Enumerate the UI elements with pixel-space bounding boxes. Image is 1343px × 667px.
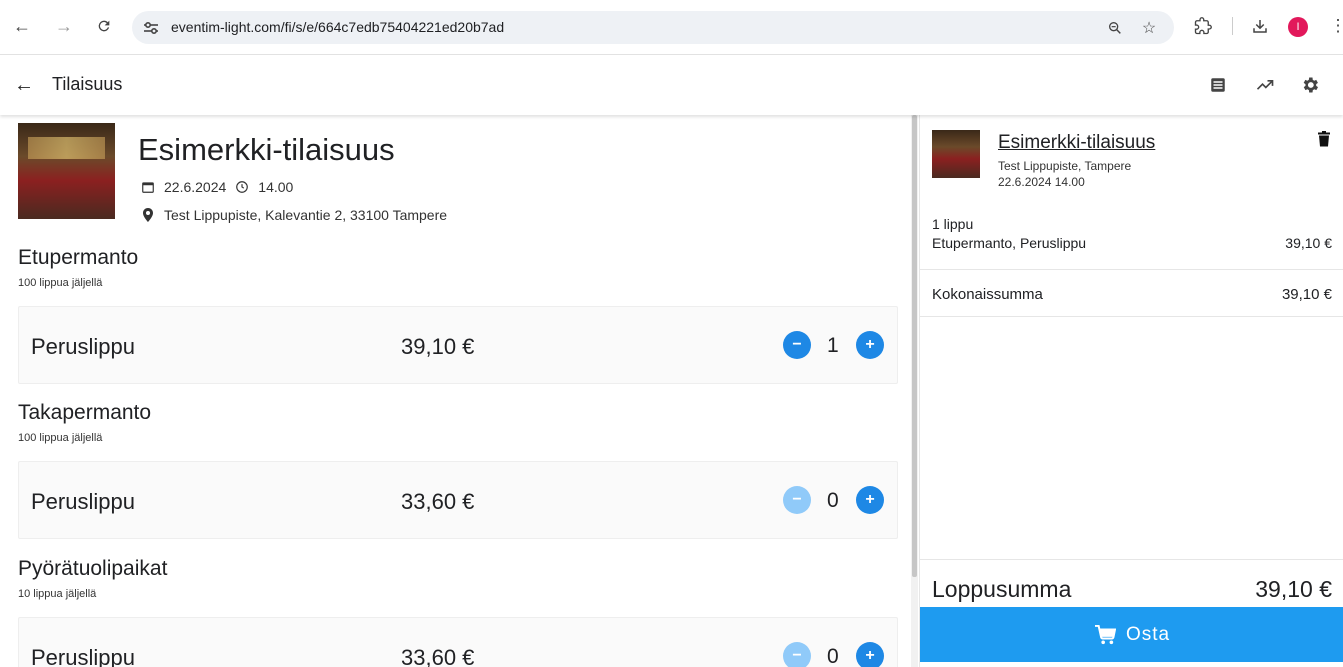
download-icon[interactable] (1247, 13, 1273, 39)
section-title: Pyörätuolipaikat (18, 557, 168, 580)
cart-divider (920, 269, 1343, 270)
settings-gear-icon[interactable] (1297, 72, 1323, 98)
bookmark-star-icon[interactable]: ☆ (1138, 17, 1160, 39)
back-arrow-icon[interactable]: ← (12, 73, 36, 97)
section-title: Etupermanto (18, 246, 139, 269)
final-total-value: 39,10 € (1255, 576, 1332, 602)
toolbar-separator (1232, 17, 1233, 35)
shopping-cart-icon (1094, 624, 1116, 645)
ticket-price: 33,60 € (401, 645, 475, 667)
event-title: Esimerkki-tilaisuus (138, 132, 395, 167)
list-icon[interactable] (1205, 72, 1231, 98)
calendar-icon (140, 179, 156, 195)
profile-avatar[interactable]: I (1288, 17, 1308, 37)
app-bar: ← Tilaisuus (0, 55, 1343, 115)
browser-back-icon[interactable]: ← (9, 13, 35, 39)
event-location-row: Test Lippupiste, Kalevantie 2, 33100 Tam… (140, 207, 447, 223)
cart-event-title-link[interactable]: Esimerkki-tilaisuus (998, 132, 1155, 154)
trending-up-icon[interactable] (1252, 72, 1278, 98)
browser-menu-icon[interactable]: ⋮ (1325, 13, 1343, 39)
increase-quantity-button[interactable]: + (856, 331, 884, 359)
increase-quantity-button[interactable]: + (856, 486, 884, 514)
ticket-quantity: 0 (827, 645, 839, 667)
extensions-icon[interactable] (1190, 13, 1216, 39)
reload-icon[interactable] (91, 13, 117, 39)
location-pin-icon (140, 207, 156, 223)
cart-total-label: Kokonaissumma (932, 286, 1043, 303)
event-image (18, 123, 115, 219)
cart-panel: Esimerkki-tilaisuus Test Lippupiste, Tam… (919, 115, 1343, 667)
cart-event-datetime: 22.6.2024 14.00 (998, 175, 1085, 189)
ticket-card: Peruslippu 39,10 € − 1 + (18, 306, 898, 384)
ticket-price: 33,60 € (401, 489, 475, 514)
event-location: Test Lippupiste, Kalevantie 2, 33100 Tam… (164, 207, 448, 223)
ticket-name: Peruslippu (31, 645, 135, 667)
section-availability: 100 lippua jäljellä (18, 277, 103, 289)
address-bar[interactable]: eventim-light.com/fi/s/e/664c7edb7540422… (132, 11, 1174, 44)
ticket-name: Peruslippu (31, 489, 135, 514)
browser-window: ← → eventim-light.com/fi/s/e/664c7edb754… (0, 0, 1343, 667)
increase-quantity-button[interactable]: + (856, 642, 884, 667)
zoom-icon[interactable] (1104, 17, 1126, 39)
ticket-card: Peruslippu 33,60 € − 0 + (18, 461, 898, 539)
browser-forward-icon[interactable]: → (51, 13, 77, 39)
cart-divider (920, 559, 1343, 560)
buy-button-label: Osta (1125, 623, 1171, 645)
event-details-panel: Esimerkki-tilaisuus 22.6.2024 14.00 Test… (0, 115, 910, 667)
ticket-quantity: 1 (827, 334, 839, 357)
event-datetime-row: 22.6.2024 14.00 (140, 179, 293, 195)
decrease-quantity-button[interactable]: − (783, 642, 811, 667)
page-title: Tilaisuus (52, 74, 123, 94)
decrease-quantity-button[interactable]: − (783, 331, 811, 359)
cart-divider (920, 316, 1343, 317)
event-time: 14.00 (258, 179, 294, 195)
clock-icon (234, 179, 250, 195)
cart-event-image (932, 130, 980, 178)
ticket-card: Peruslippu 33,60 € − 0 + (18, 617, 898, 667)
decrease-quantity-button[interactable]: − (783, 486, 811, 514)
final-total-label: Loppusumma (932, 576, 1072, 602)
ticket-price: 39,10 € (401, 334, 475, 359)
ticket-name: Peruslippu (31, 334, 135, 359)
section-title: Takapermanto (18, 401, 152, 424)
buy-button[interactable]: Osta (920, 607, 1343, 662)
section-availability: 10 lippua jäljellä (18, 588, 97, 600)
delete-trash-icon[interactable] (1314, 129, 1334, 149)
ticket-quantity: 0 (827, 489, 839, 512)
scrollbar-thumb[interactable] (912, 115, 917, 577)
site-settings-icon[interactable] (142, 19, 160, 37)
cart-line-label: Etupermanto, Peruslippu (932, 235, 1087, 251)
cart-ticket-count: 1 lippu (932, 216, 974, 232)
browser-toolbar: ← → eventim-light.com/fi/s/e/664c7edb754… (0, 0, 1343, 55)
url-text[interactable]: eventim-light.com/fi/s/e/664c7edb7540422… (171, 19, 504, 35)
cart-total-value: 39,10 € (1281, 286, 1332, 303)
section-availability: 100 lippua jäljellä (18, 432, 103, 444)
cart-event-venue: Test Lippupiste, Tampere (998, 159, 1132, 173)
event-date: 22.6.2024 (164, 179, 227, 195)
cart-line-price: 39,10 € (1285, 235, 1332, 251)
